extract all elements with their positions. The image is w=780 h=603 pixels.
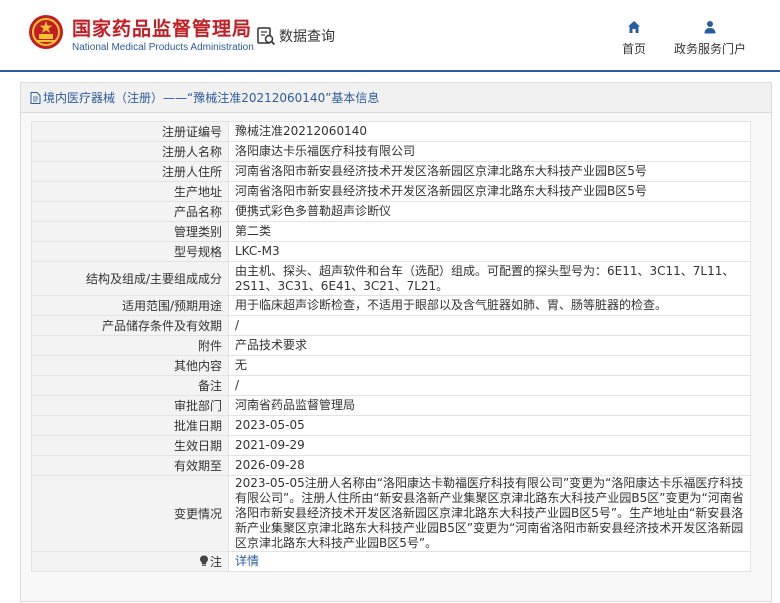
- details-link[interactable]: 详情: [235, 554, 259, 568]
- row-value: 2021-09-29: [228, 435, 751, 456]
- row-value: 2023-05-05注册人名称由“洛阳康达卡勒福医疗科技有限公司”变更为“洛阳康…: [228, 475, 751, 552]
- row-label: 有效期至: [31, 455, 229, 476]
- table-row: 型号规格 LKC-M3: [31, 241, 751, 262]
- row-value: 河南省洛阳市新安县经济技术开发区洛新园区京津北路东大科技产业园B区5号: [228, 181, 751, 202]
- table-row: 审批部门 河南省药品监督管理局: [31, 395, 751, 416]
- site-header: 国家药品监督管理局 National Medical Products Admi…: [0, 0, 780, 72]
- national-emblem-icon: [29, 15, 63, 49]
- row-label: 管理类别: [31, 221, 229, 242]
- row-label: 生效日期: [31, 435, 229, 456]
- row-value: 第二类: [228, 221, 751, 242]
- row-value: 详情: [228, 551, 751, 572]
- row-label: 产品储存条件及有效期: [31, 315, 229, 336]
- row-label: 变更情况: [31, 475, 229, 552]
- row-value: 用于临床超声诊断检查，不适用于眼部以及含气脏器如肺、胃、肠等脏器的检查。: [228, 295, 751, 316]
- table-row: 生效日期 2021-09-29: [31, 435, 751, 456]
- nav-service-portal[interactable]: 政务服务门户: [674, 20, 746, 57]
- table-row: 附件 产品技术要求: [31, 335, 751, 356]
- data-search-link[interactable]: 数据查询: [256, 26, 335, 46]
- home-icon: [628, 21, 640, 33]
- panel-title: 境内医疗器械（注册）——“豫械注准20212060140”基本信息: [21, 83, 771, 113]
- row-label: 注: [31, 551, 229, 572]
- nav-home-label: 首页: [621, 42, 646, 56]
- user-icon: [704, 21, 716, 34]
- table-row: 适用范围/预期用途 用于临床超声诊断检查，不适用于眼部以及含气脏器如肺、胃、肠等…: [31, 295, 751, 316]
- data-search-label: 数据查询: [279, 29, 335, 45]
- row-label: 注册人名称: [31, 141, 229, 162]
- org-name-en: National Medical Products Administration: [72, 42, 254, 53]
- nav-service-portal-label: 政务服务门户: [674, 42, 747, 56]
- row-label: 适用范围/预期用途: [31, 295, 229, 316]
- panel-title-text: 境内医疗器械（注册）——“豫械注准20212060140”基本信息: [43, 90, 380, 105]
- row-value: /: [228, 375, 751, 396]
- row-value: LKC-M3: [228, 241, 751, 262]
- row-value: 2026-09-28: [228, 455, 751, 476]
- row-value: /: [228, 315, 751, 336]
- table-row: 结构及组成/主要组成成分 由主机、探头、超声软件和台车（选配）组成。可配置的探头…: [31, 261, 751, 296]
- row-label: 备注: [31, 375, 229, 396]
- detail-panel: 境内医疗器械（注册）——“豫械注准20212060140”基本信息 注册证编号 …: [20, 82, 772, 602]
- table-row: 管理类别 第二类: [31, 221, 751, 242]
- table-row: 注册人住所 河南省洛阳市新安县经济技术开发区洛新园区京津北路东大科技产业园B区5…: [31, 161, 751, 182]
- row-value: 河南省药品监督管理局: [228, 395, 751, 416]
- row-label: 注册人住所: [31, 161, 229, 182]
- table-row: 产品储存条件及有效期 /: [31, 315, 751, 336]
- table-row: 其他内容 无: [31, 355, 751, 376]
- row-label: 型号规格: [31, 241, 229, 262]
- row-label: 审批部门: [31, 395, 229, 416]
- row-value: 洛阳康达卡乐福医疗科技有限公司: [228, 141, 751, 162]
- table-row: 注册证编号 豫械注准20212060140: [31, 121, 751, 142]
- table-row: 批准日期 2023-05-05: [31, 415, 751, 436]
- note-label: 注: [199, 553, 222, 570]
- table-row: 注 详情: [31, 551, 751, 572]
- note-label-text: 注: [209, 554, 222, 569]
- row-value: 便携式彩色多普勒超声诊断仪: [228, 201, 751, 222]
- table-row: 备注 /: [31, 375, 751, 396]
- document-icon: [30, 91, 41, 104]
- table-row: 产品名称 便携式彩色多普勒超声诊断仪: [31, 201, 751, 222]
- table-row: 变更情况 2023-05-05注册人名称由“洛阳康达卡勒福医疗科技有限公司”变更…: [31, 475, 751, 552]
- org-name-cn: 国家药品监督管理局: [72, 18, 253, 40]
- lightbulb-icon: [199, 555, 208, 567]
- row-value: 豫械注准20212060140: [228, 121, 751, 142]
- row-value: 河南省洛阳市新安县经济技术开发区洛新园区京津北路东大科技产业园B区5号: [228, 161, 751, 182]
- table-row: 有效期至 2026-09-28: [31, 455, 751, 476]
- table-row: 注册人名称 洛阳康达卡乐福医疗科技有限公司: [31, 141, 751, 162]
- row-label: 批准日期: [31, 415, 229, 436]
- row-label: 产品名称: [31, 201, 229, 222]
- row-label: 结构及组成/主要组成成分: [31, 261, 229, 296]
- detail-table: 注册证编号 豫械注准20212060140 注册人名称 洛阳康达卡乐福医疗科技有…: [31, 121, 751, 572]
- row-label: 附件: [31, 335, 229, 356]
- row-value: 无: [228, 355, 751, 376]
- row-value: 由主机、探头、超声软件和台车（选配）组成。可配置的探头型号为：6E11、3C11…: [228, 261, 751, 296]
- table-row: 生产地址 河南省洛阳市新安县经济技术开发区洛新园区京津北路东大科技产业园B区5号: [31, 181, 751, 202]
- row-value: 产品技术要求: [228, 335, 751, 356]
- nav-home[interactable]: 首页: [620, 20, 648, 57]
- data-search-icon: [257, 27, 276, 46]
- row-label: 其他内容: [31, 355, 229, 376]
- row-value: 2023-05-05: [228, 415, 751, 436]
- row-label: 注册证编号: [31, 121, 229, 142]
- row-label: 生产地址: [31, 181, 229, 202]
